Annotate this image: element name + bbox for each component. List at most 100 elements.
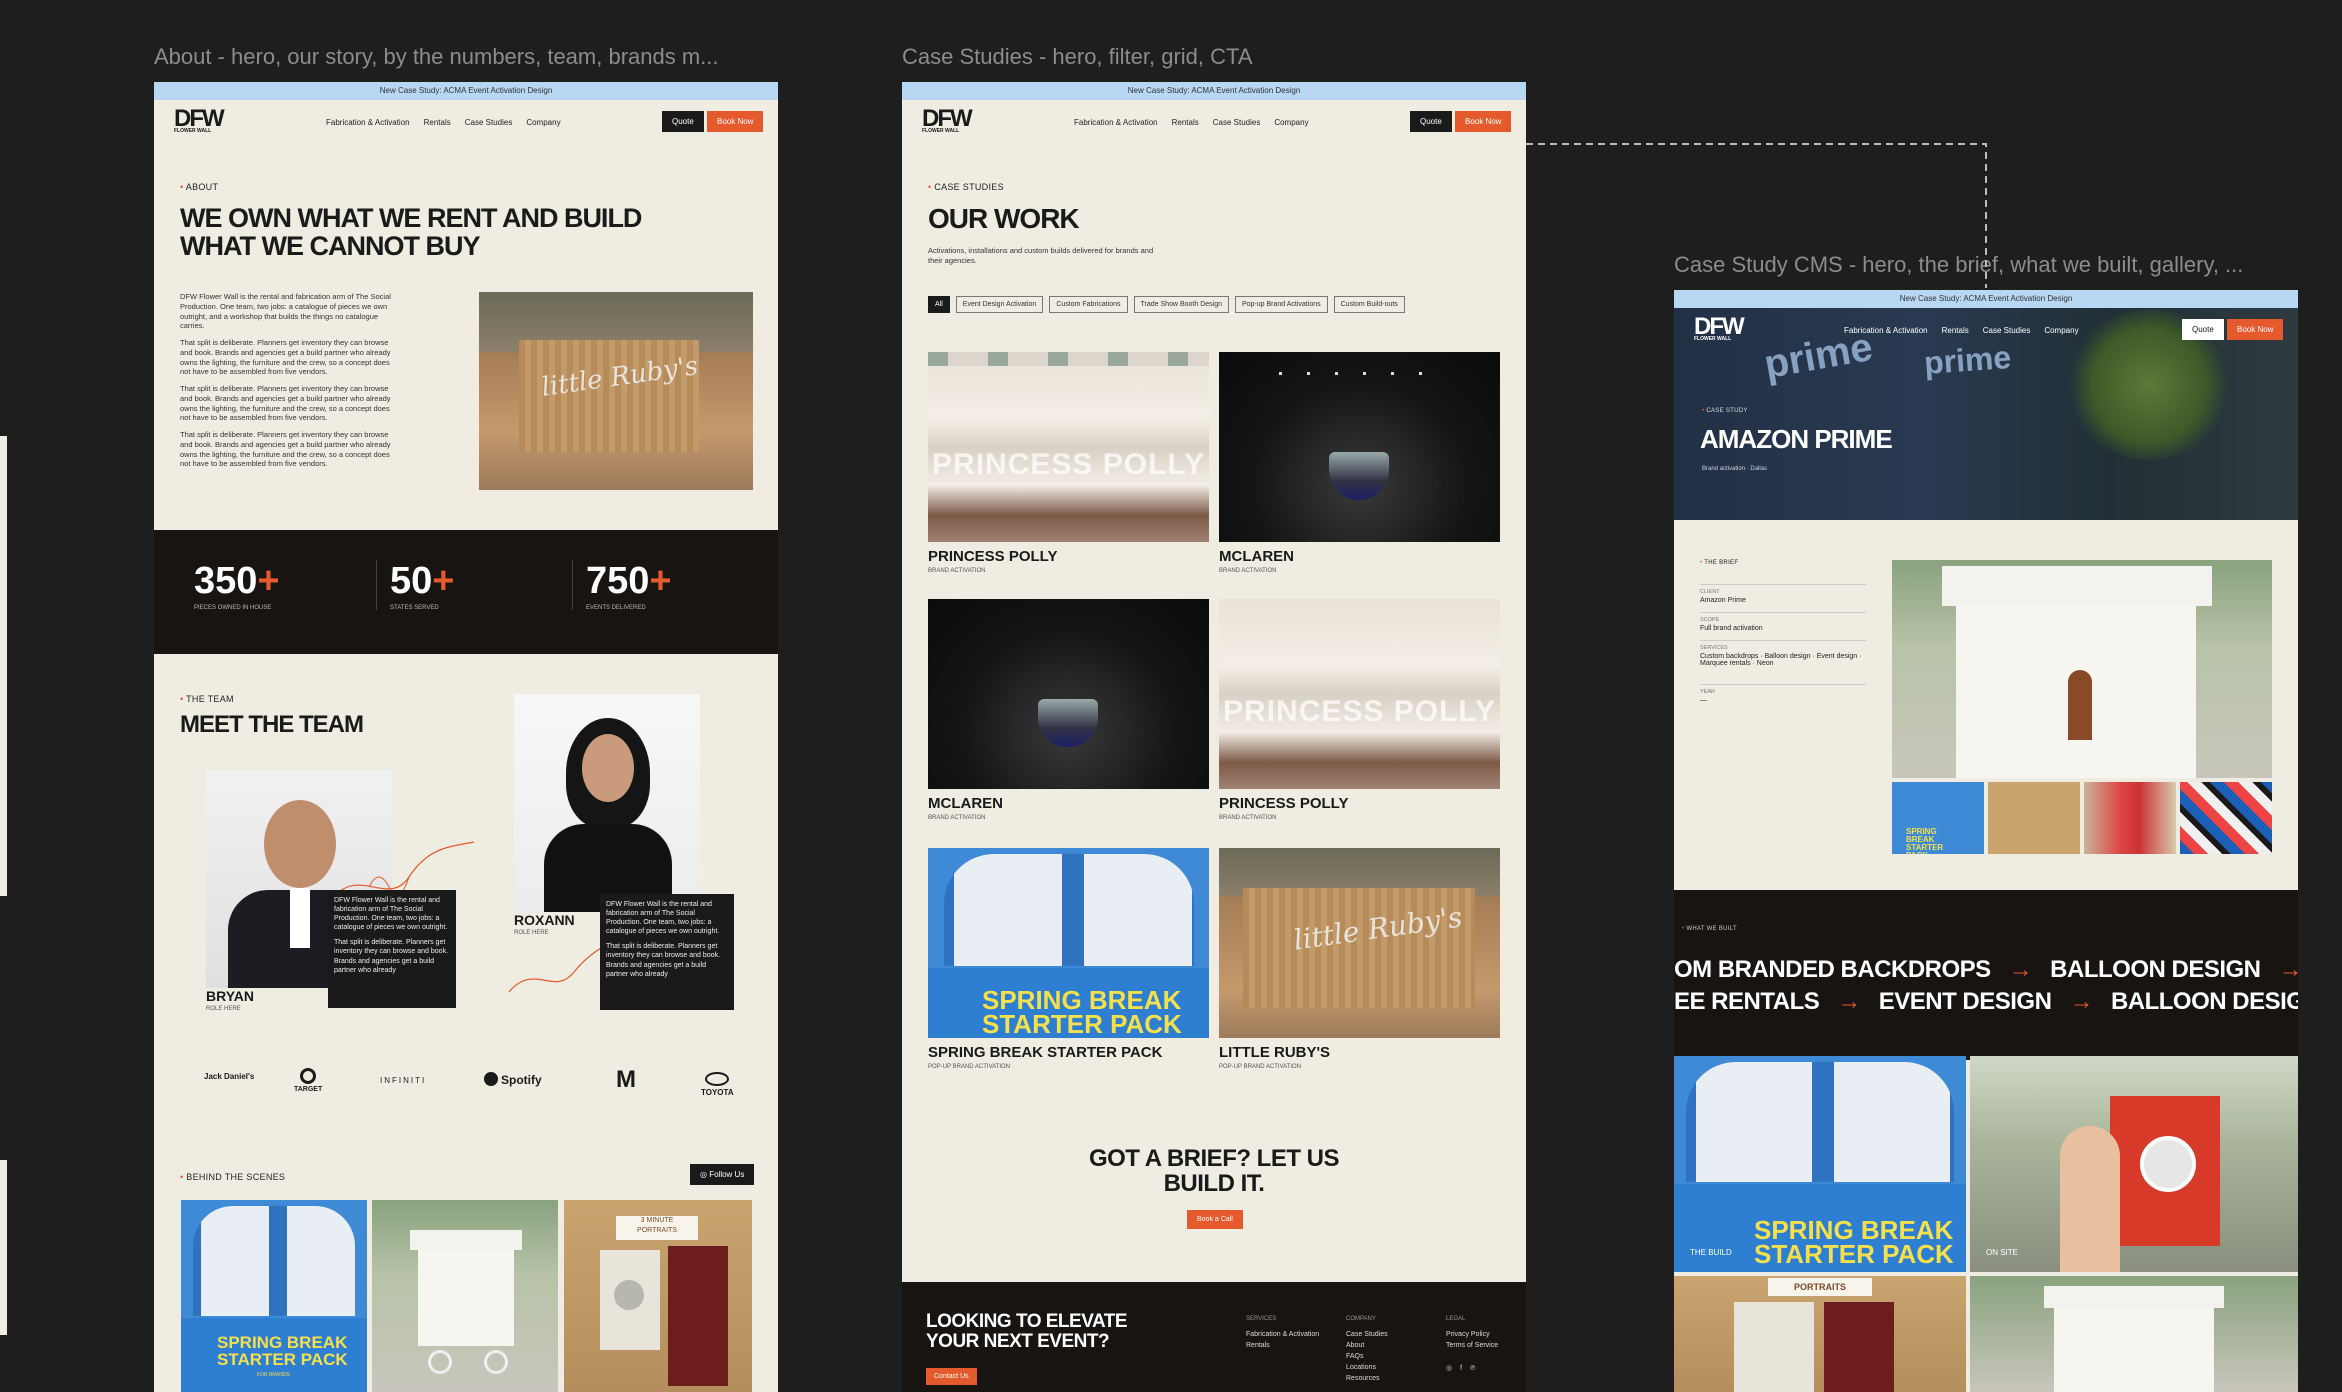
filter-all[interactable]: All: [928, 296, 950, 313]
frame-label-about: About - hero, our story, by the numbers,…: [154, 44, 719, 69]
cases-subtitle: Activations, installations and custom bu…: [928, 246, 1154, 265]
nav-rentals[interactable]: Rentals: [1172, 118, 1199, 127]
book-a-call-button[interactable]: Book a Call: [1187, 1210, 1243, 1229]
nav-rentals[interactable]: Rentals: [424, 118, 451, 127]
nav-fabrication[interactable]: Fabrication & Activation: [326, 118, 410, 127]
filter-buildouts[interactable]: Custom Build-outs: [1333, 296, 1405, 313]
cms-title: AMAZON PRIME: [1700, 424, 1893, 454]
case-card-title[interactable]: MCLAREN: [928, 795, 1003, 812]
logo[interactable]: DFW FLOWER WALL: [174, 105, 225, 134]
nav-company[interactable]: Company: [2044, 326, 2078, 335]
cms-frame: prime prime New Case Study: ACMA Event A…: [1674, 290, 2298, 1392]
filter-trade-show[interactable]: Trade Show Booth Design: [1133, 296, 1229, 313]
quote-button[interactable]: Quote: [2182, 319, 2224, 340]
follow-us-button[interactable]: ◎ Follow Us: [690, 1164, 755, 1185]
instagram-icon[interactable]: ◎: [1446, 1363, 1452, 1374]
footer-link[interactable]: FAQs: [1346, 1351, 1388, 1362]
navbar: DFW FLOWER WALL Fabrication & Activation …: [1674, 308, 2298, 354]
case-card-title[interactable]: MCLAREN: [1219, 548, 1294, 565]
nav-fabrication[interactable]: Fabrication & Activation: [1074, 118, 1158, 127]
bts-spring-text: SPRING BREAK STARTER PACK: [217, 1333, 348, 1369]
logo[interactable]: DFW FLOWER WALL: [922, 105, 973, 134]
case-card-princess-polly-image[interactable]: PRINCESS POLLY: [928, 352, 1209, 542]
filter-popup[interactable]: Pop-up Brand Activations: [1235, 296, 1328, 313]
brief-thumb-booth[interactable]: [2084, 782, 2176, 854]
quote-button[interactable]: Quote: [1410, 111, 1452, 132]
team-bio-roxann: DFW Flower Wall is the rental and fabric…: [600, 894, 734, 1010]
footer-link[interactable]: Locations: [1346, 1362, 1388, 1373]
footer-link[interactable]: Privacy Policy: [1446, 1329, 1498, 1340]
filter-custom-fabrications[interactable]: Custom Fabrications: [1049, 296, 1128, 313]
nav-company[interactable]: Company: [526, 118, 560, 127]
gallery-image-on-site[interactable]: ON SITE: [1970, 1056, 2298, 1272]
case-card-sub: POP-UP BRAND ACTIVATION: [928, 1064, 1011, 1070]
filter-bar: All Event Design Activation Custom Fabri…: [928, 296, 1405, 313]
facebook-icon[interactable]: f: [1460, 1363, 1462, 1374]
frame-label-case-studies: Case Studies - hero, filter, grid, CTA: [902, 44, 1253, 69]
footer-link[interactable]: Case Studies: [1346, 1329, 1388, 1340]
footer-col-legal: LEGAL Privacy Policy Terms of Service ◎ …: [1446, 1316, 1499, 1374]
footer-col-company: COMPANY Case Studies About FAQs Location…: [1346, 1316, 1388, 1384]
footer-col-services: SERVICES Fabrication & Activation Rental…: [1246, 1316, 1320, 1351]
nav-case-studies[interactable]: Case Studies: [1983, 326, 2031, 335]
case-card-title[interactable]: PRINCESS POLLY: [928, 548, 1057, 565]
offscreen-frame-edge: [0, 1160, 7, 1335]
book-now-button[interactable]: Book Now: [1455, 111, 1512, 132]
contact-us-button[interactable]: Contact Us: [926, 1368, 977, 1385]
announcement-banner[interactable]: New Case Study: ACMA Event Activation De…: [154, 82, 778, 100]
gallery-image-portraits[interactable]: PORTRAITS: [1674, 1276, 1966, 1392]
site-footer: LOOKING TO ELEVATE YOUR NEXT EVENT? Conta…: [902, 1282, 1526, 1392]
nav-links: Fabrication & Activation Rentals Case St…: [326, 118, 561, 127]
gallery-image-cart[interactable]: [1970, 1276, 2298, 1392]
announcement-banner[interactable]: New Case Study: ACMA Event Activation De…: [902, 82, 1526, 100]
services-ticker-row-1: OM BRANDED BACKDROPS→BALLOON DESIGN→EV: [1674, 956, 2298, 983]
book-now-button[interactable]: Book Now: [2227, 319, 2284, 340]
nav-case-studies[interactable]: Case Studies: [1213, 118, 1261, 127]
team-role-bryan: ROLE HERE: [206, 1006, 241, 1012]
case-card-princess-polly-image[interactable]: PRINCESS POLLY: [1219, 599, 1500, 789]
logo[interactable]: DFW FLOWER WALL: [1694, 313, 1745, 342]
footer-link[interactable]: Fabrication & Activation: [1246, 1329, 1319, 1340]
brand-logo-mcdonalds: M: [616, 1066, 636, 1093]
brief-thumb-portraits[interactable]: [1988, 782, 2080, 854]
what-we-built-section: WHAT WE BUILT OM BRANDED BACKDROPS→BALLO…: [1674, 890, 2298, 1060]
about-title: WE OWN WHAT WE RENT AND BUILD WHAT WE CAN…: [180, 203, 642, 262]
brief-thumb-graphic[interactable]: [2180, 782, 2272, 854]
brand-logo-target: TARGET: [294, 1068, 322, 1093]
quote-button[interactable]: Quote: [662, 111, 704, 132]
announcement-banner[interactable]: New Case Study: ACMA Event Activation De…: [1674, 290, 2298, 308]
story-image-little-rubys: little Ruby's: [479, 292, 753, 490]
stats-section: 350+ PIECES OWNED IN HOUSE 50+ STATES SERV…: [154, 530, 778, 654]
case-card-title[interactable]: SPRING BREAK STARTER PACK: [928, 1044, 1162, 1061]
case-card-sub: BRAND ACTIVATION: [928, 568, 986, 574]
case-card-title[interactable]: LITTLE RUBY'S: [1219, 1044, 1330, 1061]
about-frame: New Case Study: ACMA Event Activation De…: [154, 82, 778, 1392]
case-card-mclaren-image[interactable]: [1219, 352, 1500, 542]
cases-eyebrow: CASE STUDIES: [928, 182, 1004, 192]
brand-logo-infiniti: INFINITI: [380, 1076, 427, 1085]
footer-link[interactable]: About: [1346, 1340, 1388, 1351]
nav-rentals[interactable]: Rentals: [1942, 326, 1969, 335]
gallery-image-the-build[interactable]: SPRING BREAK STARTER PACK THE BUILD: [1674, 1056, 1966, 1272]
book-now-button[interactable]: Book Now: [707, 111, 764, 132]
case-card-spring-break-image[interactable]: SPRING BREAK STARTER PACK: [928, 848, 1209, 1038]
footer-heading: LOOKING TO ELEVATE YOUR NEXT EVENT?: [926, 1311, 1128, 1352]
nav-case-studies[interactable]: Case Studies: [465, 118, 513, 127]
about-eyebrow: ABOUT: [180, 182, 218, 192]
filter-event-design[interactable]: Event Design Activation: [955, 296, 1044, 313]
cases-title: OUR WORK: [928, 203, 1080, 234]
footer-link[interactable]: Terms of Service: [1446, 1340, 1498, 1351]
footer-link[interactable]: Resources: [1346, 1373, 1388, 1384]
team-bio-bryan: DFW Flower Wall is the rental and fabric…: [328, 890, 456, 1008]
nav-company[interactable]: Company: [1274, 118, 1308, 127]
case-card-mclaren-image[interactable]: [928, 599, 1209, 789]
case-studies-frame: New Case Study: ACMA Event Activation De…: [902, 82, 1526, 1392]
brief-thumb-spring[interactable]: SPRING BREAK STARTER PACK: [1892, 782, 1984, 854]
case-card-title[interactable]: PRINCESS POLLY: [1219, 795, 1348, 812]
case-card-sub: BRAND ACTIVATION: [1219, 568, 1277, 574]
footer-link[interactable]: Rentals: [1246, 1340, 1319, 1351]
case-card-little-rubys-image[interactable]: little Ruby's: [1219, 848, 1500, 1038]
nav-fabrication[interactable]: Fabrication & Activation: [1844, 326, 1928, 335]
navbar: DFW FLOWER WALL Fabrication & Activation …: [902, 100, 1526, 146]
pinterest-icon[interactable]: ℗: [1470, 1363, 1475, 1374]
